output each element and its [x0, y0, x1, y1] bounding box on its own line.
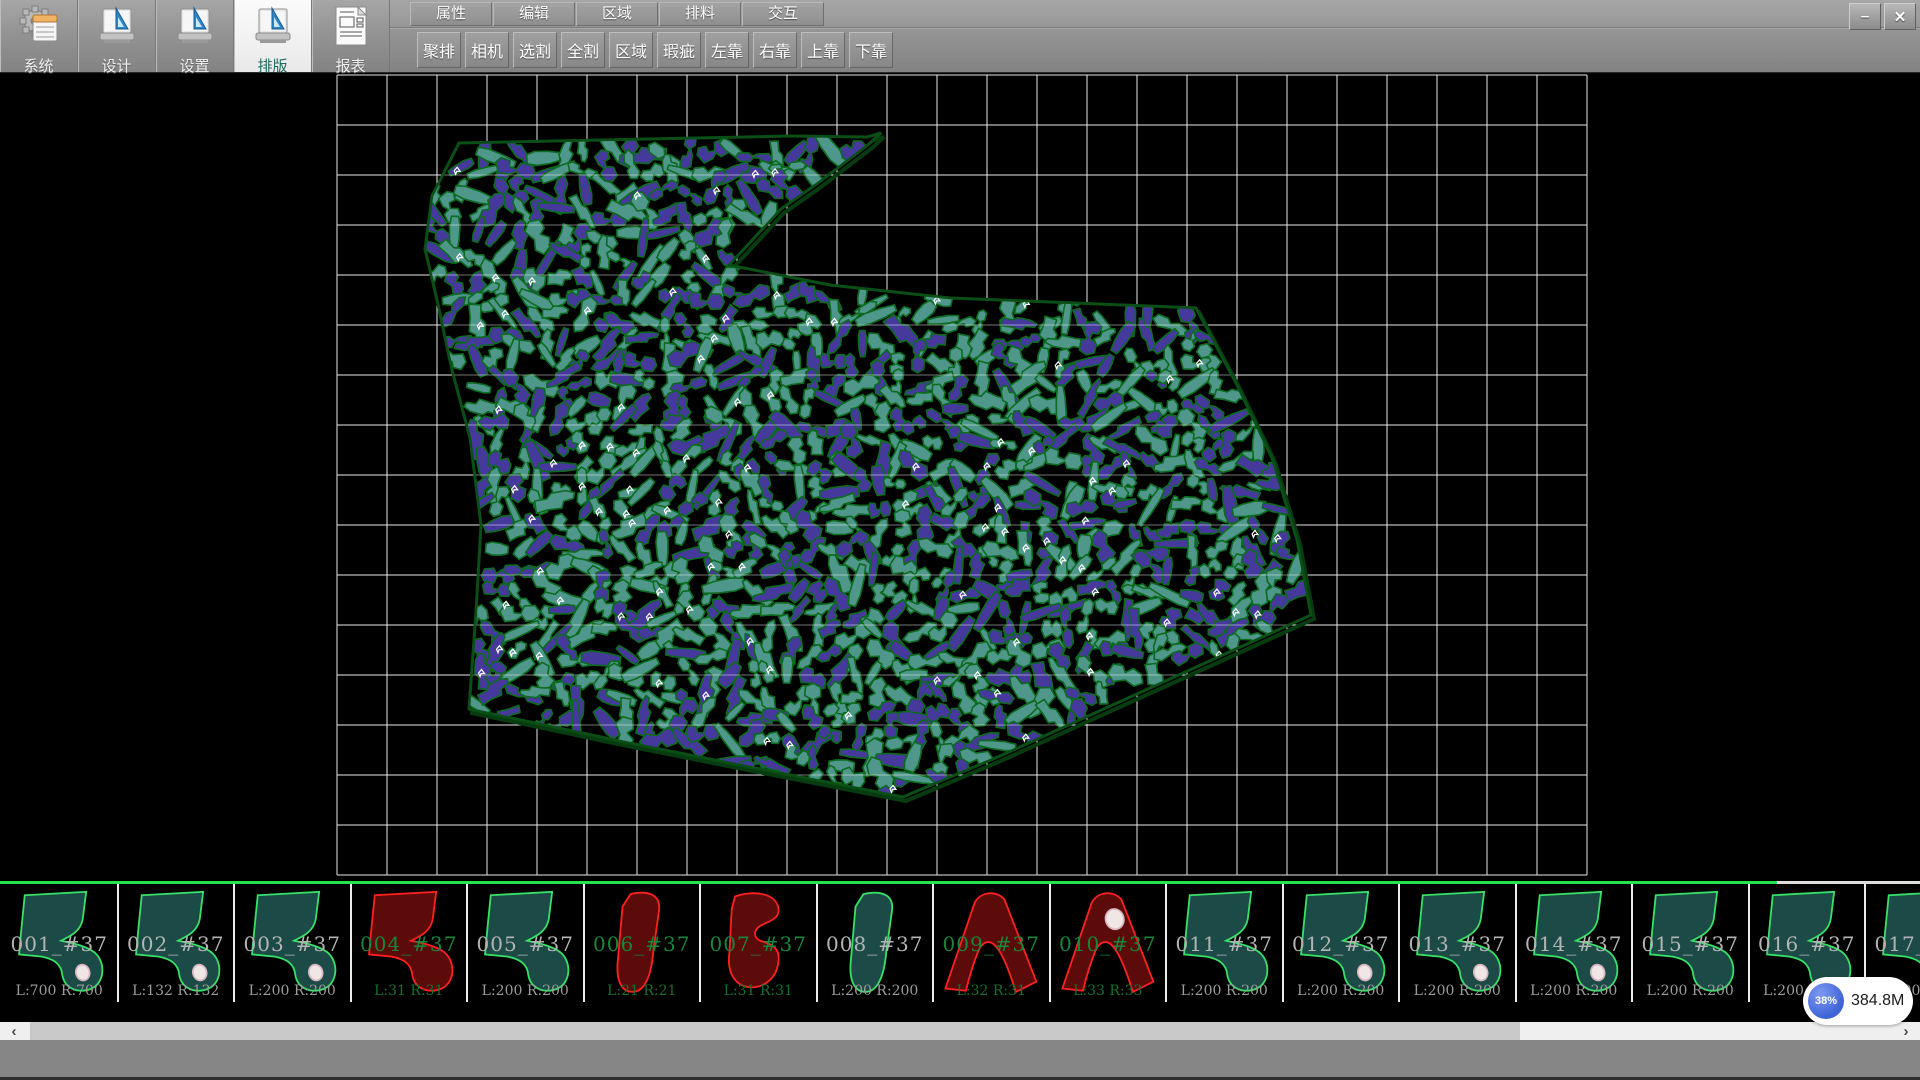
nesting-app-window: 系统 设计 设置 排版 — [0, 0, 1920, 1080]
piece-lr-counts: L:32 R:31 — [934, 983, 1049, 999]
piece-id-label: 008_#37 — [818, 932, 933, 956]
piece-id-label: 003_#37 — [235, 932, 350, 956]
thumbnail-005_#37[interactable]: 005_#37 L:200 R:200 — [468, 884, 585, 1002]
mode-label: 设计 — [101, 55, 131, 76]
mode-label: 系统 — [23, 55, 53, 76]
piece-lr-counts: L:200 R:200 — [818, 983, 933, 999]
piece-id-label: 013_#37 — [1400, 932, 1515, 956]
mode-button-bar: 系统 设计 设置 排版 — [0, 0, 390, 72]
scroll-left-button[interactable]: ‹ — [0, 1022, 28, 1040]
tool-button-下靠[interactable]: 下靠 — [849, 32, 893, 68]
horizontal-scrollbar[interactable]: ‹ › — [0, 1022, 1920, 1040]
piece-id-label: 005_#37 — [468, 932, 583, 956]
mode-label: 报表 — [335, 55, 365, 76]
layout-ruler-icon — [250, 3, 296, 54]
scrollbar-thumb[interactable] — [30, 1022, 1520, 1040]
mode-button-报表[interactable]: 报表 — [312, 0, 390, 72]
piece-id-label: 007_#37 — [701, 932, 816, 956]
tool-button-瑕疵[interactable]: 瑕疵 — [657, 32, 701, 68]
tool-button-全割[interactable]: 全割 — [561, 32, 605, 68]
menu-tab-属性[interactable]: 属性 — [410, 2, 492, 26]
tool-button-右靠[interactable]: 右靠 — [753, 32, 797, 68]
thumbnail-006_#37[interactable]: 006_#37 L:21 R:21 — [585, 884, 702, 1002]
piece-id-label: 012_#37 — [1284, 932, 1399, 956]
piece-id-label: 009_#37 — [934, 932, 1049, 956]
memory-usage-bubble: 38% 384.8M — [1803, 977, 1913, 1025]
piece-lr-counts: L:21 R:21 — [585, 983, 700, 999]
tool-button-区域[interactable]: 区域 — [609, 32, 653, 68]
thumbnail-014_#37[interactable]: 014_#37 L:200 R:200 — [1517, 884, 1634, 1002]
piece-thumbnail-strip: 001_#37 L:700 R:700 002_#37 L:132 R:132 … — [0, 881, 1920, 1002]
thumbnail-002_#37[interactable]: 002_#37 L:132 R:132 — [119, 884, 236, 1002]
piece-id-label: 006_#37 — [585, 932, 700, 956]
nesting-canvas-svg — [0, 73, 1920, 881]
piece-id-label: 017_#37 — [1866, 932, 1920, 956]
thumbnail-008_#37[interactable]: 008_#37 L:200 R:200 — [818, 884, 935, 1002]
close-button[interactable]: ✕ — [1884, 3, 1916, 30]
top-toolbar: 系统 设计 设置 排版 — [0, 0, 1920, 73]
design-ruler-icon — [94, 3, 140, 54]
piece-lr-counts: L:33 R:33 — [1051, 983, 1166, 999]
minimize-button[interactable]: – — [1849, 3, 1881, 30]
thumbnail-009_#37[interactable]: 009_#37 L:32 R:31 — [934, 884, 1051, 1002]
memory-percent-badge: 38% — [1808, 983, 1844, 1019]
piece-id-label: 011_#37 — [1167, 932, 1282, 956]
report-doc-icon — [328, 3, 374, 54]
piece-id-label: 001_#37 — [2, 932, 117, 956]
thumbnail-011_#37[interactable]: 011_#37 L:200 R:200 — [1167, 884, 1284, 1002]
tool-button-相机[interactable]: 相机 — [465, 32, 509, 68]
mode-button-设置[interactable]: 设置 — [156, 0, 234, 72]
menu-tab-排料[interactable]: 排料 — [659, 2, 741, 26]
piece-lr-counts: L:132 R:132 — [119, 983, 234, 999]
thumbnail-001_#37[interactable]: 001_#37 L:700 R:700 — [2, 884, 119, 1002]
piece-id-label: 015_#37 — [1633, 932, 1748, 956]
piece-lr-counts: L:200 R:200 — [468, 983, 583, 999]
tool-button-上靠[interactable]: 上靠 — [801, 32, 845, 68]
piece-lr-counts: L:200 R:200 — [235, 983, 350, 999]
menu-tab-交互[interactable]: 交互 — [742, 2, 824, 26]
piece-lr-counts: L:200 R:200 — [1517, 983, 1632, 999]
menu-tab-row: 属性编辑区域排料交互 — [390, 0, 1920, 28]
nesting-canvas[interactable] — [0, 73, 1920, 881]
scroll-right-button[interactable]: › — [1892, 1022, 1920, 1040]
system-gear-icon — [16, 3, 62, 54]
piece-id-label: 002_#37 — [119, 932, 234, 956]
thumbnail-004_#37[interactable]: 004_#37 L:31 R:31 — [352, 884, 469, 1002]
tool-button-选割[interactable]: 选割 — [513, 32, 557, 68]
piece-lr-counts: L:200 R:200 — [1400, 983, 1515, 999]
tool-button-row: 聚排相机选割全割区域瑕疵左靠右靠上靠下靠 — [390, 28, 1920, 72]
piece-lr-counts: L:700 R:700 — [2, 983, 117, 999]
tool-button-左靠[interactable]: 左靠 — [705, 32, 749, 68]
piece-id-label: 014_#37 — [1517, 932, 1632, 956]
thumbnail-003_#37[interactable]: 003_#37 L:200 R:200 — [235, 884, 352, 1002]
tool-button-聚排[interactable]: 聚排 — [417, 32, 461, 68]
piece-lr-counts: L:200 R:200 — [1284, 983, 1399, 999]
thumbnail-012_#37[interactable]: 012_#37 L:200 R:200 — [1284, 884, 1401, 1002]
thumbnail-013_#37[interactable]: 013_#37 L:200 R:200 — [1400, 884, 1517, 1002]
memory-amount-label: 384.8M — [1851, 992, 1904, 1010]
piece-id-label: 004_#37 — [352, 932, 467, 956]
menu-tab-编辑[interactable]: 编辑 — [493, 2, 575, 26]
piece-lr-counts: L:200 R:200 — [1167, 983, 1282, 999]
piece-lr-counts: L:31 R:31 — [701, 983, 816, 999]
thumbnail-010_#37[interactable]: 010_#37 L:33 R:33 — [1051, 884, 1168, 1002]
mode-label: 排版 — [257, 55, 287, 76]
piece-id-label: 010_#37 — [1051, 932, 1166, 956]
thumbnail-007_#37[interactable]: 007_#37 L:31 R:31 — [701, 884, 818, 1002]
mode-button-系统[interactable]: 系统 — [0, 0, 78, 72]
mode-button-排版[interactable]: 排版 — [234, 0, 312, 72]
piece-lr-counts: L:31 R:31 — [352, 983, 467, 999]
piece-lr-counts: L:200 R:200 — [1633, 983, 1748, 999]
status-bar — [0, 1040, 1920, 1080]
thumbnail-015_#37[interactable]: 015_#37 L:200 R:200 — [1633, 884, 1750, 1002]
menu-tab-区域[interactable]: 区域 — [576, 2, 658, 26]
thumbnail-cells: 001_#37 L:700 R:700 002_#37 L:132 R:132 … — [2, 884, 1920, 1002]
mode-label: 设置 — [179, 55, 209, 76]
settings-ruler-icon — [172, 3, 218, 54]
mode-button-设计[interactable]: 设计 — [78, 0, 156, 72]
piece-id-label: 016_#37 — [1750, 932, 1865, 956]
